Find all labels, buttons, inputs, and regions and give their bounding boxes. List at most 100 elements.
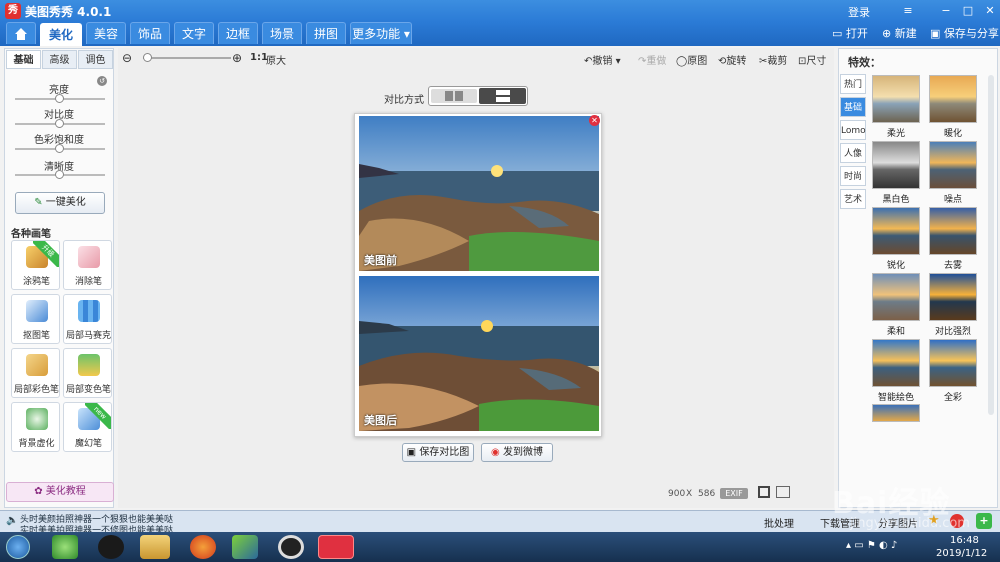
news-line-2[interactable]: 实时美美拍照神器一不修图也能美美哒 [20,523,173,532]
menu-icon[interactable]: ≡ [900,3,916,19]
blur-icon [26,408,48,430]
tab-text[interactable]: 文字 [174,22,214,44]
new-button[interactable]: ⊕ 新建 [882,25,917,43]
home-tab[interactable] [6,22,36,44]
brush-doodle[interactable]: 涂鸦笔 升级 [11,240,60,290]
beautify-tutorial-button[interactable]: ✿ 美化教程 [6,482,114,502]
batch-process-link[interactable]: 批处理 [764,515,794,530]
effect-soft-light[interactable] [872,75,920,123]
speaker-icon[interactable]: 🔈 [6,515,18,526]
tab-more[interactable]: 更多功能 ▾ [350,22,412,44]
effect-black-white[interactable] [872,141,920,189]
close-button[interactable]: ✕ [982,3,998,19]
tutorial-label: 美化教程 [45,486,86,497]
effect-thumbnail-partial[interactable] [872,404,920,422]
effect-smart-color[interactable] [872,339,920,387]
category-portrait[interactable]: 人像 [840,143,866,163]
undo-button[interactable]: ↶撤销 ▾ [584,52,621,67]
effect-high-contrast[interactable] [929,273,977,321]
taskbar-firefox-icon[interactable] [190,535,216,559]
share-weibo-button[interactable]: ◉ 发到微博 [481,443,553,462]
fit-window-icon[interactable] [758,486,770,498]
clock-time[interactable]: 16:48 [950,535,979,546]
color-brush-icon [26,354,48,376]
category-hot[interactable]: 热门 [840,74,866,94]
resize-button[interactable]: ⊡尺寸 [798,52,826,67]
restore-button[interactable]: □ [960,3,976,19]
one-click-beautify-button[interactable]: ✎ 一键美化 [15,192,105,214]
clock-date[interactable]: 2019/1/12 [936,548,987,559]
slider-knob[interactable] [55,144,64,153]
effects-scrollbar[interactable] [988,75,994,415]
taskbar-meitu-icon[interactable] [318,535,354,559]
brush-magic[interactable]: 魔幻笔 new [63,402,112,452]
zoom-out-icon[interactable]: ⊖ [122,51,132,65]
category-fashion[interactable]: 时尚 [840,166,866,186]
taskbar-qq-icon[interactable] [98,535,124,559]
effect-dehaze[interactable] [929,207,977,255]
slider-sharpness[interactable] [15,170,105,179]
effect-full-color[interactable] [929,339,977,387]
zoom-slider[interactable] [143,53,231,62]
subtab-basic[interactable]: 基础 [6,50,41,69]
exif-button[interactable]: EXIF [720,488,748,499]
brush-cutout[interactable]: 抠图笔 [11,294,60,344]
tray-icons[interactable]: ▴ ▭ ⚑ ◐ ♪ [846,540,897,551]
slider-saturation[interactable] [15,144,105,153]
rotate-button[interactable]: ⟲旋转 [718,52,746,67]
fullscreen-icon[interactable] [776,486,790,498]
brush-label: 魔幻笔 [74,439,102,449]
save-share-button[interactable]: ▣ 保存与分享 [930,25,999,43]
open-button[interactable]: ▭ 打开 [832,25,868,43]
effect-soft[interactable] [872,273,920,321]
slider-brightness[interactable] [15,94,105,103]
tab-scene[interactable]: 场景 [262,22,302,44]
brush-label: 局部马赛克 [65,331,111,341]
brush-mosaic[interactable]: 局部马赛克 [63,294,112,344]
undo-label: 撤销 [592,56,613,67]
minimize-button[interactable]: − [938,3,954,19]
zoom-in-icon[interactable]: ⊕ [232,51,242,65]
side-by-side-button[interactable] [431,89,477,103]
effect-warm[interactable] [929,75,977,123]
tab-accessories[interactable]: 饰品 [130,22,170,44]
brush-change-color[interactable]: 局部变色笔 [63,348,112,398]
slider-contrast[interactable] [15,119,105,128]
taskbar-app-green-icon[interactable] [52,535,78,559]
category-art[interactable]: 艺术 [840,189,866,209]
tab-beautify[interactable]: 美化 [40,23,82,46]
brush-background-blur[interactable]: 背景虚化 [11,402,60,452]
subtab-advanced[interactable]: 高级 [42,50,77,69]
crop-label: 裁剪 [767,56,788,67]
actual-size-button[interactable]: 原大 [266,52,286,67]
taskbar-folder-icon[interactable] [140,535,170,559]
brush-local-color[interactable]: 局部彩色笔 [11,348,60,398]
tab-face[interactable]: 美容 [86,22,126,44]
start-button[interactable] [6,535,30,559]
new-badge: new [85,403,111,429]
tab-border[interactable]: 边框 [218,22,258,44]
slider-knob[interactable] [55,94,64,103]
effect-noise[interactable] [929,141,977,189]
slider-knob[interactable] [55,170,64,179]
chevron-down-icon[interactable]: ▾ [612,56,621,67]
slider-knob[interactable] [55,119,64,128]
taskbar-record-icon[interactable] [278,535,304,559]
login-link[interactable]: 登录 [848,4,870,20]
category-lomo[interactable]: Lomo [840,120,866,140]
stacked-button[interactable] [479,88,526,104]
taskbar-player-icon[interactable] [232,535,258,559]
original-button[interactable]: ◯原图 [676,52,707,67]
zoom-knob[interactable] [143,53,152,62]
close-compare-icon[interactable]: ✕ [589,115,600,126]
save-comparison-button[interactable]: ▣ 保存对比图 [402,443,474,462]
redo-button[interactable]: ↷重做 [638,52,666,67]
tab-collage[interactable]: 拼图 [306,22,346,44]
brush-eraser[interactable]: 消除笔 [63,240,112,290]
after-image [359,276,599,431]
category-basic[interactable]: 基础 [840,97,866,117]
effect-sharpen[interactable] [872,207,920,255]
crop-button[interactable]: ✂裁剪 [759,52,787,67]
add-icon[interactable]: + [976,513,992,529]
subtab-color[interactable]: 调色 [78,50,113,69]
